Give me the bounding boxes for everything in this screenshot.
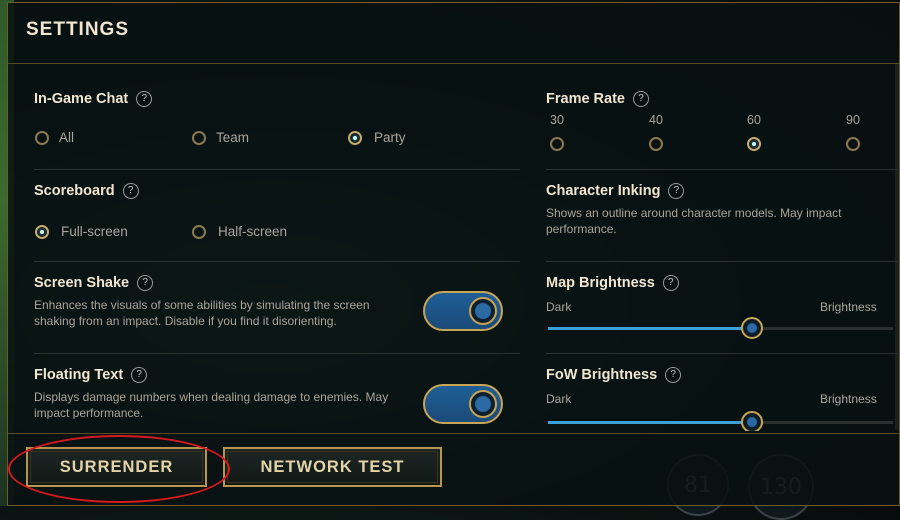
chat-option-party-label[interactable]: Party: [374, 130, 406, 145]
help-icon[interactable]: ?: [662, 275, 679, 291]
help-icon[interactable]: ?: [136, 91, 153, 107]
scrollbar[interactable]: [895, 64, 899, 430]
panel-title: SETTINGS: [26, 19, 130, 40]
row-divider: [34, 261, 520, 262]
frame-rate-60-label: 60: [747, 113, 761, 127]
row-divider: [34, 169, 520, 170]
floating-text-description: Displays damage numbers when dealing dam…: [34, 390, 389, 419]
footer-divider: [8, 433, 899, 434]
frame-rate-30-label: 30: [550, 113, 564, 127]
help-icon[interactable]: ?: [131, 367, 148, 383]
screen-shake-description: Enhances the visuals of some abilities b…: [34, 298, 370, 328]
help-icon[interactable]: ?: [137, 275, 154, 291]
scoreboard-halfscreen-label[interactable]: Half-screen: [218, 224, 287, 239]
map-brightness-slider[interactable]: [548, 317, 893, 339]
in-game-chat-label: In-Game Chat?: [34, 91, 153, 107]
fow-slider-clip: [546, 407, 900, 431]
frame-rate-60-radio[interactable]: [747, 137, 761, 151]
frame-rate-90-radio[interactable]: [846, 137, 860, 151]
scoreboard-label: Scoreboard?: [34, 183, 139, 199]
chat-option-team-label[interactable]: Team: [216, 130, 249, 145]
row-divider: [546, 169, 900, 170]
chat-option-party-radio[interactable]: [348, 131, 362, 145]
row-divider: [546, 353, 900, 354]
fow-brightness-max-label: Brightness: [820, 392, 877, 406]
scoreboard-halfscreen-radio[interactable]: [192, 225, 206, 239]
fow-brightness-min-label: Dark: [546, 392, 572, 406]
screen-shake-label: Screen Shake?: [34, 275, 154, 291]
floating-text-label: Floating Text?: [34, 367, 148, 383]
slider-fill: [548, 421, 752, 424]
title-divider: [8, 63, 899, 64]
slider-thumb[interactable]: [740, 411, 763, 431]
map-brightness-min-label: Dark: [546, 300, 572, 314]
network-test-button[interactable]: NETWORK TEST: [223, 447, 442, 487]
frame-rate-30-radio[interactable]: [550, 137, 564, 151]
settings-panel: SETTINGS In-Game Chat? All Team Party Fr…: [7, 2, 900, 506]
floating-text-toggle[interactable]: [423, 384, 503, 424]
map-brightness-max-label: Brightness: [820, 300, 877, 314]
map-brightness-label: Map Brightness?: [546, 275, 679, 291]
fow-brightness-label: FoW Brightness?: [546, 367, 682, 383]
help-icon[interactable]: ?: [665, 367, 682, 383]
frame-rate-90-label: 90: [846, 113, 860, 127]
fow-brightness-slider[interactable]: [548, 411, 893, 431]
chat-option-all-radio[interactable]: [35, 131, 49, 145]
frame-rate-40-radio[interactable]: [649, 137, 663, 151]
scoreboard-fullscreen-radio[interactable]: [35, 225, 49, 239]
help-icon[interactable]: ?: [668, 183, 685, 199]
help-icon[interactable]: ?: [632, 91, 649, 107]
chat-option-team-radio[interactable]: [192, 131, 206, 145]
row-divider: [34, 353, 520, 354]
character-inking-description: Shows an outline around character models…: [546, 206, 842, 236]
frame-rate-40-label: 40: [649, 113, 663, 127]
character-inking-label: Character Inking?: [546, 183, 685, 199]
slider-thumb[interactable]: [740, 317, 763, 339]
row-divider: [546, 261, 900, 262]
screen-shake-toggle[interactable]: [423, 291, 503, 331]
scoreboard-fullscreen-label[interactable]: Full-screen: [61, 224, 128, 239]
toggle-knob: [469, 297, 497, 325]
toggle-knob: [469, 390, 497, 418]
chat-option-all-label[interactable]: All: [59, 130, 74, 145]
frame-rate-label: Frame Rate?: [546, 91, 649, 107]
slider-fill: [548, 327, 752, 330]
help-icon[interactable]: ?: [122, 183, 139, 199]
highlight-ellipse: [8, 435, 230, 503]
